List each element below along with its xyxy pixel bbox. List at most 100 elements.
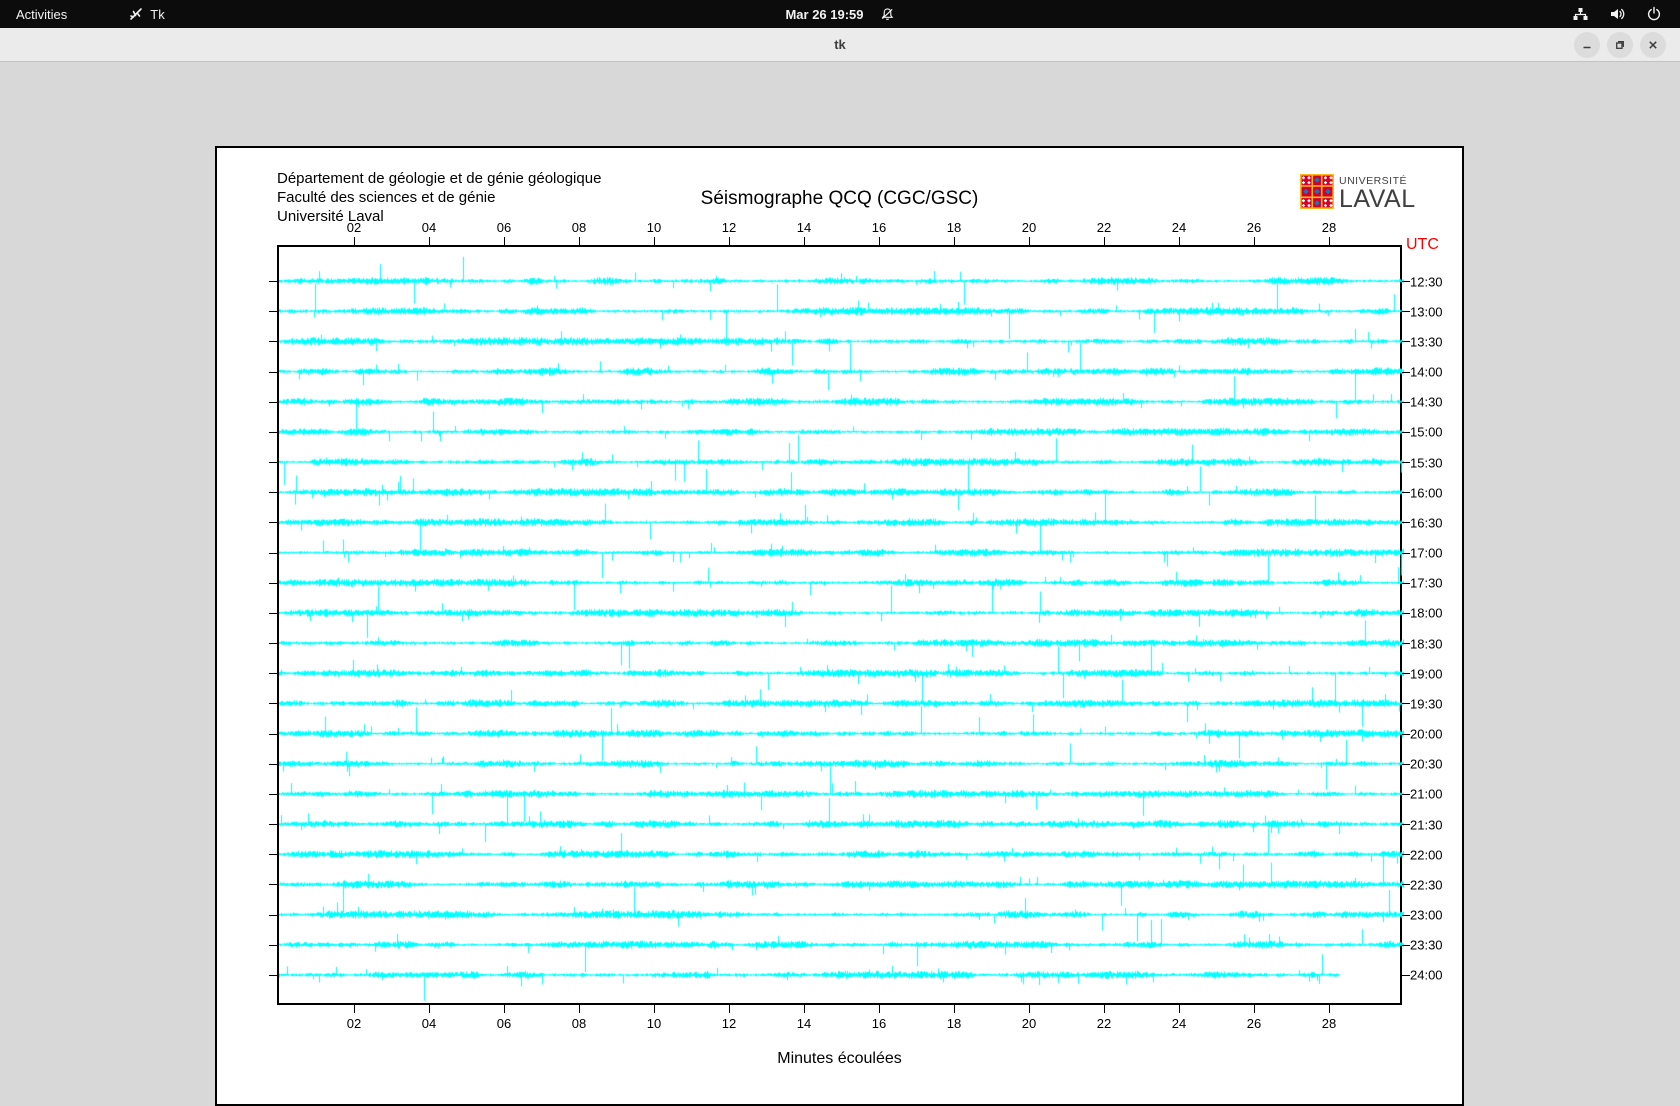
restore-icon (1616, 41, 1624, 49)
x-tick-label-bottom: 14 (796, 1016, 812, 1031)
x-tick-top (1328, 237, 1330, 245)
x-tick-top (803, 237, 805, 245)
network-icon[interactable] (1572, 6, 1589, 22)
trace-tick-right (1402, 281, 1410, 282)
trace-time-label: 16:30 (1410, 515, 1443, 531)
x-tick-bottom (353, 1005, 355, 1013)
x-tick-bottom (1028, 1005, 1030, 1013)
trace-tick-left (269, 643, 277, 645)
trace-tick-left (269, 793, 277, 795)
trace-tick-right (1402, 854, 1410, 856)
trace-time-label: 15:00 (1410, 424, 1443, 440)
trace-tick-left (269, 612, 277, 614)
trace-tick-right (1402, 944, 1410, 946)
x-tick-bottom (1103, 1005, 1105, 1013)
trace-tick-left (269, 492, 277, 494)
window-title: tk (834, 37, 846, 52)
trace-tick-right (1402, 522, 1410, 524)
x-tick-label-top: 10 (646, 220, 662, 235)
x-tick-label-top: 18 (946, 220, 962, 235)
x-tick-top (1178, 237, 1180, 245)
x-tick-label-bottom: 16 (871, 1016, 887, 1031)
trace-time-label: 17:30 (1410, 575, 1443, 591)
logo-laval-text: LAVAL (1339, 185, 1416, 214)
trace-tick-right (1402, 793, 1410, 795)
trace-time-label: 22:30 (1410, 877, 1443, 893)
trace-time-label: 13:00 (1410, 304, 1443, 320)
laval-shield-icon (1300, 174, 1335, 214)
trace-tick-right (1402, 914, 1410, 916)
x-tick-label-top: 08 (571, 220, 587, 235)
trace-tick-right (1402, 763, 1410, 765)
universite-laval-logo: UNIVERSITÉ LAVAL (1300, 174, 1416, 214)
x-tick-top (578, 237, 580, 245)
trace-time-label: 19:30 (1410, 696, 1443, 712)
gnome-top-bar: Activities Tk Mar 26 19:59 (0, 0, 1680, 28)
x-tick-bottom (428, 1005, 430, 1013)
x-tick-label-top: 22 (1096, 220, 1112, 235)
trace-tick-left (269, 552, 277, 554)
x-tick-label-top: 28 (1321, 220, 1337, 235)
trace-tick-left (269, 703, 277, 705)
clock[interactable]: Mar 26 19:59 (785, 7, 863, 22)
x-tick-bottom (1253, 1005, 1255, 1013)
trace-tick-right (1402, 462, 1410, 464)
x-tick-label-top: 16 (871, 220, 887, 235)
trace-time-label: 12:30 (1410, 274, 1443, 289)
trace-tick-left (269, 522, 277, 524)
x-tick-top (353, 237, 355, 245)
close-button[interactable] (1640, 32, 1666, 58)
x-tick-label-bottom: 28 (1321, 1016, 1337, 1031)
x-tick-label-bottom: 06 (496, 1016, 512, 1031)
trace-time-label: 16:00 (1410, 485, 1443, 501)
x-tick-label-top: 04 (421, 220, 437, 235)
x-tick-bottom (953, 1005, 955, 1013)
x-tick-top (503, 237, 505, 245)
volume-icon[interactable] (1609, 6, 1626, 22)
trace-tick-left (269, 431, 277, 433)
trace-tick-right (1402, 733, 1410, 735)
trace-tick-left (269, 311, 277, 313)
trace-tick-left (269, 974, 277, 976)
trace-tick-right (1402, 341, 1410, 343)
power-icon[interactable] (1646, 6, 1662, 22)
trace-tick-left (269, 281, 277, 282)
seismogram-traces-canvas (279, 247, 1404, 1007)
x-tick-label-bottom: 02 (346, 1016, 362, 1031)
x-tick-label-top: 20 (1021, 220, 1037, 235)
x-tick-label-bottom: 22 (1096, 1016, 1112, 1031)
x-tick-label-bottom: 18 (946, 1016, 962, 1031)
x-tick-top (878, 237, 880, 245)
trace-time-label: 21:00 (1410, 786, 1443, 802)
trace-time-label: 18:00 (1410, 605, 1443, 621)
x-tick-bottom (803, 1005, 805, 1013)
minimize-button[interactable] (1574, 32, 1600, 58)
x-tick-bottom (878, 1005, 880, 1013)
trace-tick-right (1402, 703, 1410, 705)
utc-axis-title: UTC (1406, 236, 1439, 253)
trace-tick-left (269, 914, 277, 916)
trace-tick-right (1402, 582, 1410, 584)
trace-tick-right (1402, 431, 1410, 433)
trace-time-label: 17:00 (1410, 545, 1443, 561)
chart-title: Séismographe QCQ (CGC/GSC) (700, 188, 979, 209)
restore-button[interactable] (1607, 32, 1633, 58)
x-tick-label-top: 12 (721, 220, 737, 235)
notifications-disabled-icon[interactable] (880, 7, 895, 22)
trace-tick-left (269, 944, 277, 946)
trace-time-label: 20:30 (1410, 756, 1443, 772)
trace-tick-left (269, 673, 277, 675)
x-tick-top (1103, 237, 1105, 245)
trace-time-label: 21:30 (1410, 817, 1443, 833)
trace-time-label: 20:00 (1410, 726, 1443, 742)
address-line-1: Département de géologie et de génie géol… (277, 170, 602, 187)
x-tick-bottom (653, 1005, 655, 1013)
trace-time-label: 23:30 (1410, 937, 1443, 953)
x-tick-top (1028, 237, 1030, 245)
x-tick-bottom (1328, 1005, 1330, 1013)
trace-time-label: 23:00 (1410, 907, 1443, 923)
x-tick-top (728, 237, 730, 245)
trace-tick-left (269, 824, 277, 826)
x-tick-top (428, 237, 430, 245)
x-tick-label-bottom: 26 (1246, 1016, 1262, 1031)
